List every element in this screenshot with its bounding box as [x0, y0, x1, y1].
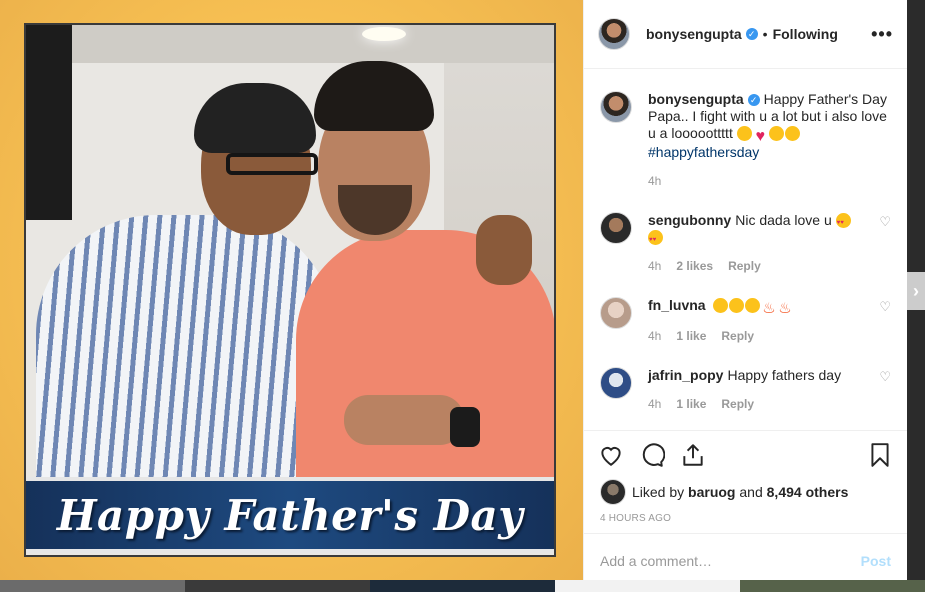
- comment-time: 4h: [648, 329, 662, 343]
- comment-likes[interactable]: 1 like: [676, 328, 706, 345]
- kiss-emoji-icon: [745, 298, 761, 313]
- photo-tv-screen: [26, 25, 72, 220]
- avatar[interactable]: [598, 18, 630, 50]
- post-media-pane: Happy Father's Day: [0, 0, 583, 580]
- photo-wristwatch: [450, 407, 480, 447]
- comment-body: sengubonnyNic dada love u 4h 2 likes Rep…: [648, 212, 875, 275]
- heart-icon[interactable]: ♡: [875, 369, 891, 413]
- comment-body: jafrin_popy Happy fathers day 4h 1 like R…: [648, 367, 875, 413]
- heart-icon[interactable]: ♡: [875, 299, 891, 345]
- red-heart-emoji-icon: ♥: [755, 128, 765, 145]
- heart-icon[interactable]: [598, 442, 624, 468]
- photo-ceiling: [26, 25, 554, 63]
- verified-badge-icon: ✓: [745, 28, 758, 40]
- comment-input[interactable]: [600, 552, 861, 569]
- post-photo[interactable]: Happy Father's Day: [24, 23, 556, 557]
- post-comment-button[interactable]: Post: [861, 553, 891, 569]
- header-separator: •: [762, 26, 768, 42]
- likes-others-link[interactable]: 8,494 others: [767, 484, 849, 500]
- liker-username[interactable]: baruog: [688, 484, 735, 500]
- likes-text: Liked by baruog and 8,494 others: [632, 484, 848, 500]
- following-button[interactable]: Following: [773, 26, 838, 42]
- comments-list[interactable]: bonysengupta ✓ Happy Father's Day Papa.. I…: [584, 69, 907, 430]
- list-item: fn_luvna ♨ ♨ 4h 1 like Reply ♡: [600, 275, 891, 345]
- post-side-panel: bonysengupta ✓ • Following ••• bonysengu…: [583, 0, 907, 580]
- fathers-day-banner: Happy Father's Day: [26, 477, 554, 553]
- verified-badge-icon: ✓: [747, 94, 760, 107]
- grinning-emoji-icon: [736, 126, 752, 141]
- bookmark-icon[interactable]: [867, 442, 893, 468]
- caption: bonysengupta ✓ Happy Father's Day Papa.. I…: [600, 69, 891, 190]
- share-icon[interactable]: [680, 442, 706, 468]
- comment-time: 4h: [648, 397, 662, 411]
- comment-text: Happy fathers day: [727, 367, 842, 383]
- comment-avatar[interactable]: [600, 367, 632, 399]
- heart-icon[interactable]: ♡: [875, 214, 891, 275]
- kiss-emoji-icon: [729, 298, 745, 313]
- caption-avatar[interactable]: [600, 91, 632, 123]
- kiss-emoji-icon: [768, 126, 784, 141]
- comment-body: fn_luvna ♨ ♨ 4h 1 like Reply: [648, 297, 875, 345]
- action-bar: [584, 430, 907, 478]
- comment-icon[interactable]: [639, 442, 665, 468]
- add-comment-bar: Post: [584, 533, 907, 587]
- banner-text: Happy Father's Day: [56, 490, 524, 540]
- heart-eyes-emoji-icon: [835, 213, 851, 232]
- caption-body: bonysengupta ✓ Happy Father's Day Papa.. I…: [648, 91, 891, 190]
- caption-meta: 4h: [648, 173, 891, 190]
- heart-eyes-emoji-icon: [648, 230, 663, 249]
- photo-father-hair: [194, 83, 316, 153]
- comment-username[interactable]: sengubonny: [648, 212, 731, 228]
- photo-father-hand: [476, 215, 532, 285]
- caption-hashtag-link[interactable]: #happyfathersday: [648, 144, 759, 160]
- photo-son-hand: [344, 395, 464, 445]
- post-author-username[interactable]: bonysengupta: [646, 26, 742, 42]
- comment-avatar[interactable]: [600, 212, 632, 244]
- likes-and: and: [739, 484, 763, 500]
- comment-time: 4h: [648, 259, 662, 273]
- comment-likes[interactable]: 1 like: [676, 396, 706, 413]
- more-options-icon[interactable]: •••: [871, 24, 893, 45]
- photo-ceiling-light: [362, 27, 406, 41]
- fire-emoji-icon: ♨: [778, 300, 792, 317]
- photo-father-glasses: [226, 153, 318, 175]
- comment-meta: 4h 1 like Reply: [648, 396, 875, 413]
- next-arrow-icon[interactable]: ›: [907, 272, 925, 310]
- caption-username[interactable]: bonysengupta: [648, 91, 744, 107]
- comment-username[interactable]: jafrin_popy: [648, 367, 723, 383]
- comment-meta: 4h 2 likes Reply: [648, 258, 875, 275]
- reply-button[interactable]: Reply: [721, 328, 754, 345]
- caption-time: 4h: [648, 174, 662, 188]
- list-item: jafrin_popy Happy fathers day 4h 1 like R…: [600, 345, 891, 413]
- comment-meta: 4h 1 like Reply: [648, 328, 875, 345]
- comment-text: Nic dada love u: [735, 212, 832, 228]
- comment-avatar[interactable]: [600, 297, 632, 329]
- liker-avatar[interactable]: [600, 479, 626, 505]
- post-header: bonysengupta ✓ • Following •••: [584, 0, 907, 69]
- photo-son-hair: [314, 61, 434, 131]
- likes-summary: Liked by baruog and 8,494 others: [584, 478, 907, 506]
- comment-username[interactable]: fn_luvna: [648, 297, 706, 313]
- likes-prefix: Liked by: [632, 484, 685, 500]
- list-item: sengubonnyNic dada love u 4h 2 likes Rep…: [600, 190, 891, 275]
- post-timestamp[interactable]: 4 HOURS AGO: [584, 506, 907, 532]
- reply-button[interactable]: Reply: [728, 258, 761, 275]
- reply-button[interactable]: Reply: [721, 396, 754, 413]
- comment-likes[interactable]: 2 likes: [676, 258, 713, 275]
- fire-emoji-icon: ♨: [762, 300, 776, 317]
- kiss-emoji-icon: [713, 298, 729, 313]
- blush-emoji-icon: [784, 126, 800, 141]
